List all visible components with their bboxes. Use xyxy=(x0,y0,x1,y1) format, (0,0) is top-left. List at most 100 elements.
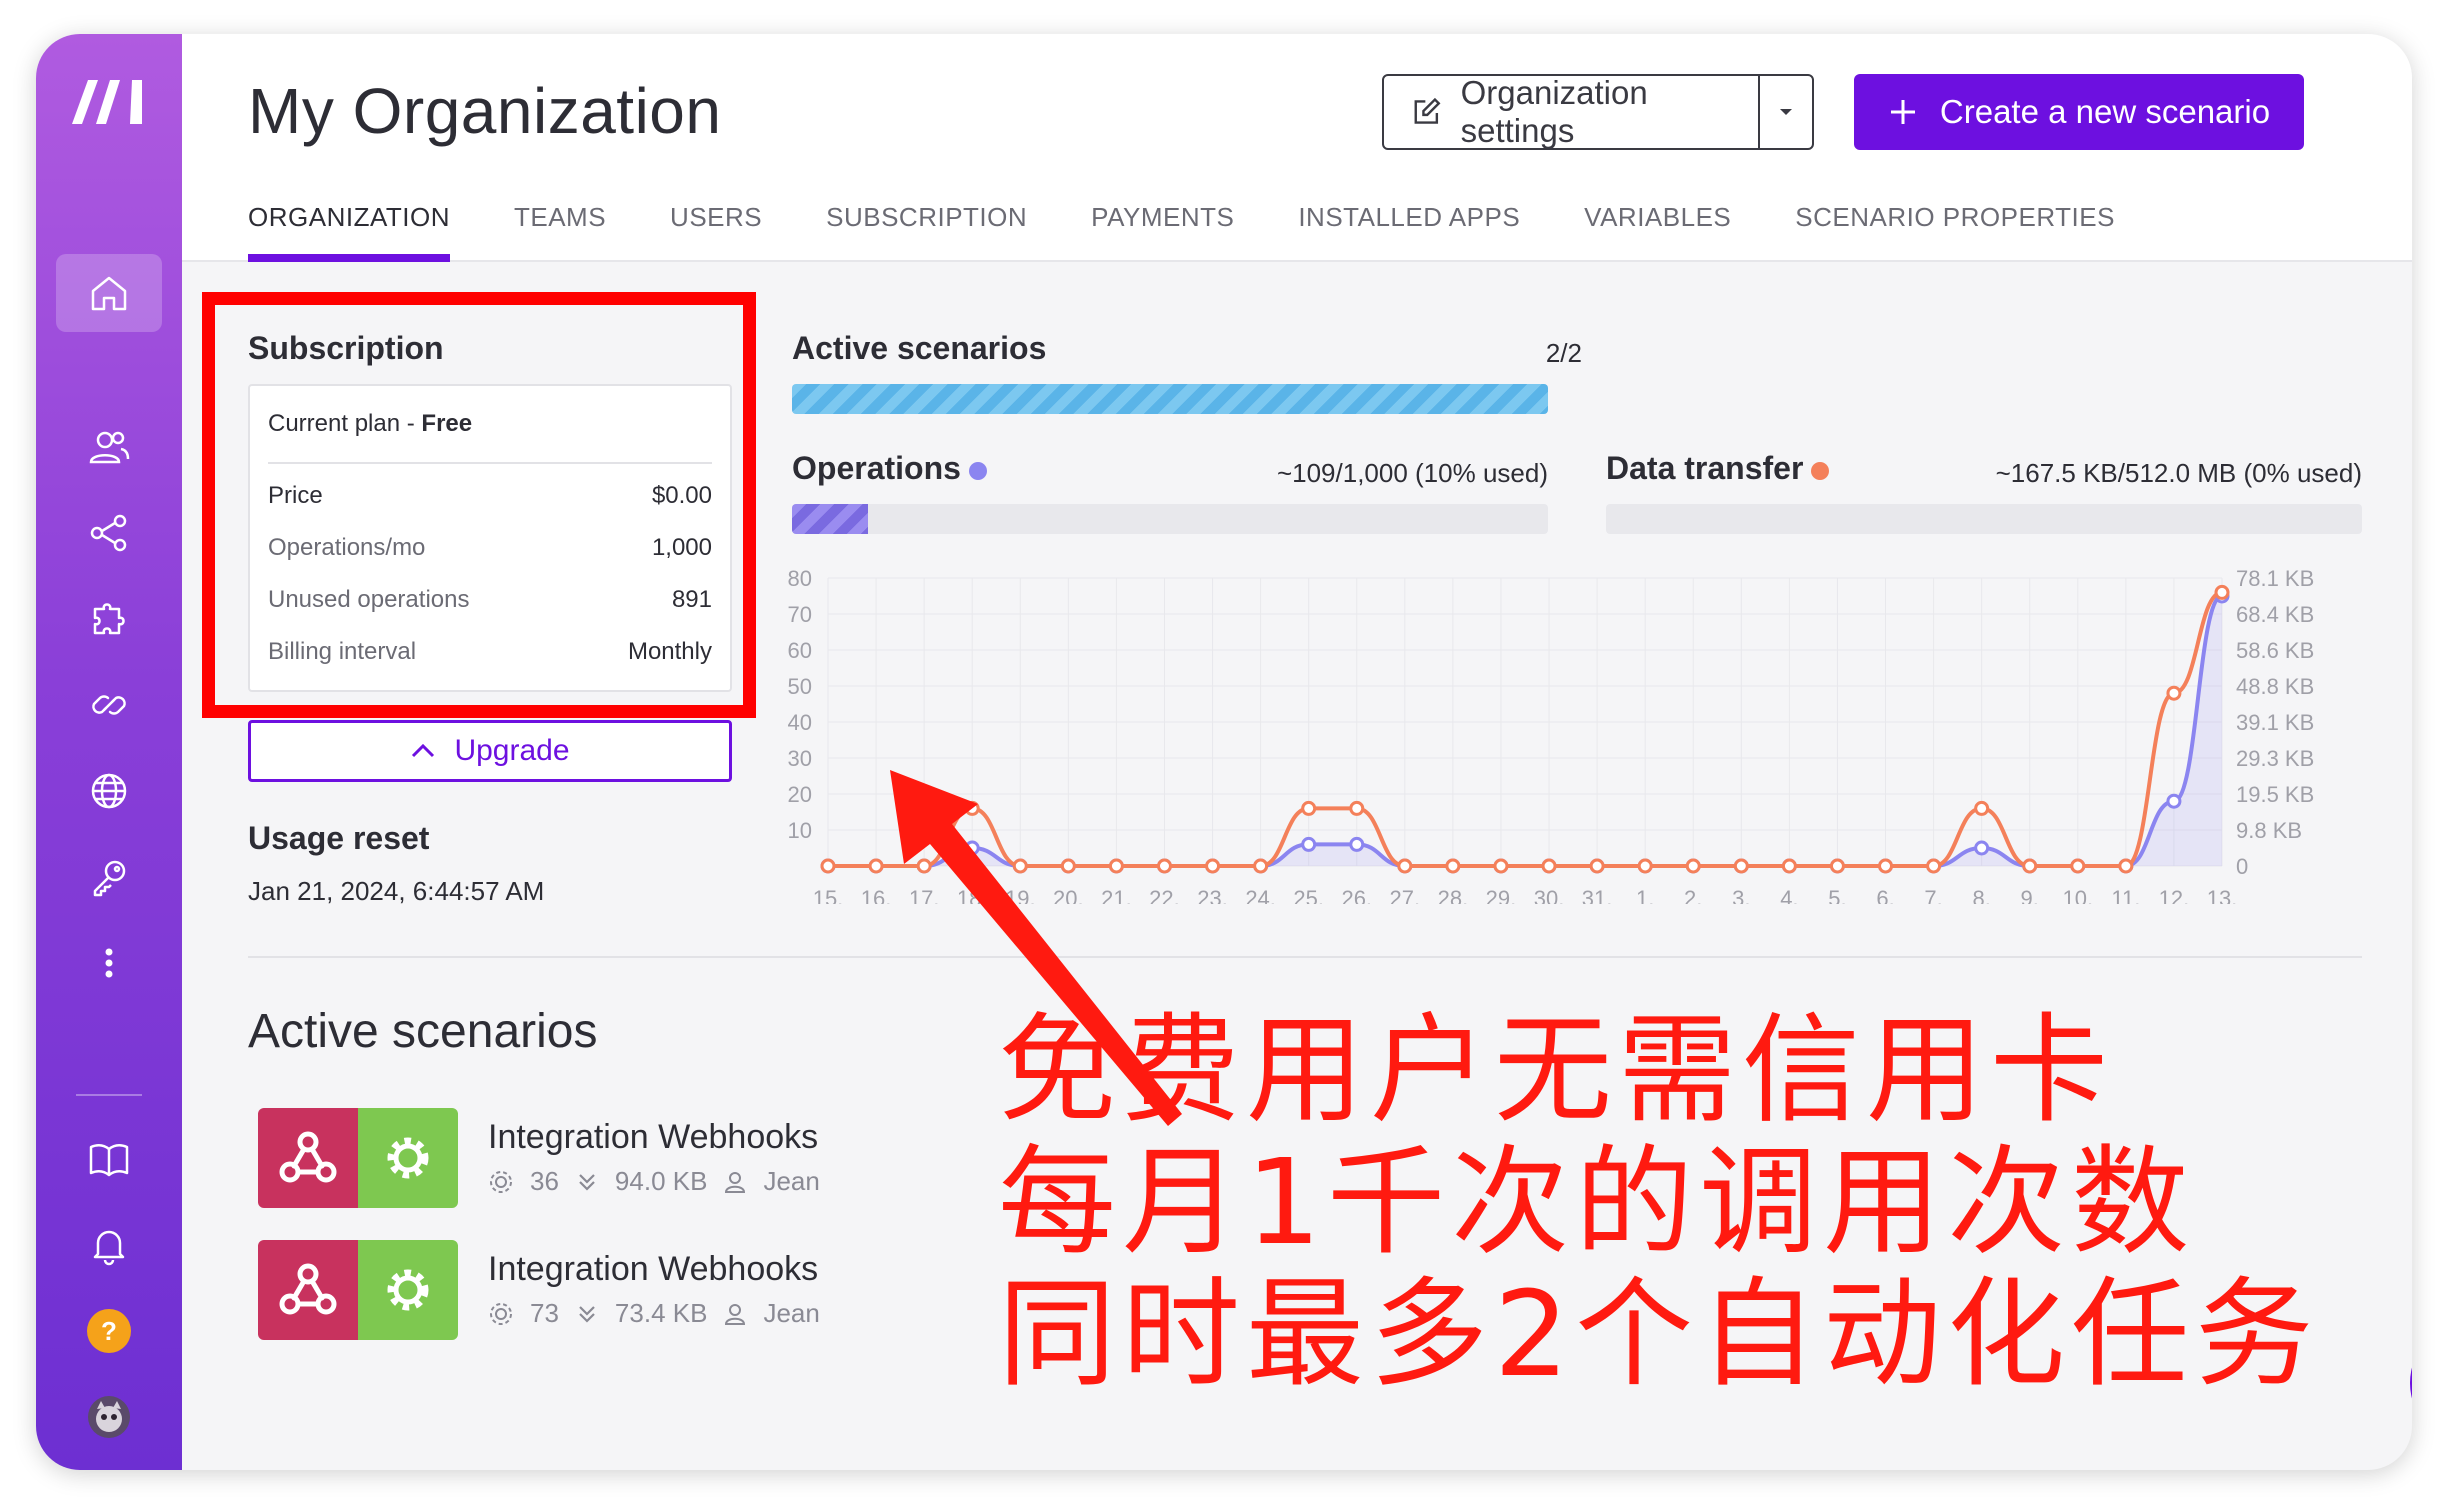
data-point xyxy=(1349,800,1365,816)
scenario-icons xyxy=(258,1108,458,1208)
annotation-line: 每月1千次的调用次数 xyxy=(998,1133,2196,1271)
chat-help-button[interactable] xyxy=(2410,1322,2412,1444)
tab-scenario-properties[interactable]: SCENARIO PROPERTIES xyxy=(1795,202,2115,262)
x-tick-label: 12. xyxy=(2159,886,2190,904)
globe-icon[interactable] xyxy=(56,752,162,830)
data-transfer-bar xyxy=(1606,504,2362,534)
chevron-up-icon xyxy=(412,743,435,758)
y-tick-label: 40 xyxy=(788,710,812,735)
highlight-box xyxy=(202,292,756,718)
tab-organization[interactable]: ORGANIZATION xyxy=(248,202,450,262)
operations-gear-icon xyxy=(490,1170,512,1193)
active-scenarios-bar-fill xyxy=(792,384,1548,414)
tab-teams[interactable]: TEAMS xyxy=(514,202,606,262)
x-tick-label: 3. xyxy=(1732,886,1750,904)
sidebar-divider xyxy=(76,1094,142,1096)
data-point xyxy=(1397,858,1413,874)
upgrade-button[interactable]: Upgrade xyxy=(248,720,732,782)
data-point xyxy=(2070,858,2086,874)
usage-reset-value: Jan 21, 2024, 6:44:57 AM xyxy=(248,876,545,906)
share-icon[interactable] xyxy=(56,494,162,572)
usage-reset-title: Usage reset xyxy=(248,820,430,856)
data-point xyxy=(2166,793,2182,809)
operations-bar xyxy=(792,504,1548,534)
key-icon[interactable] xyxy=(56,838,162,916)
data-transfer-stat-label: Data transfer xyxy=(1606,450,1804,486)
data-point xyxy=(1685,858,1701,874)
organization-settings-label: Organization settings xyxy=(1460,74,1648,149)
tab-payments[interactable]: PAYMENTS xyxy=(1091,202,1234,262)
annotation-line: 同时最多2个自动化任务 xyxy=(998,1265,2320,1403)
data-point xyxy=(1301,800,1317,816)
y2-tick-label: 39.1 KB xyxy=(2236,710,2314,735)
y2-tick-label: 9.8 KB xyxy=(2236,818,2302,843)
scenario-item[interactable]: Integration Webhooks 73 73.4 KB Jean xyxy=(258,1240,878,1340)
data-point xyxy=(1637,858,1653,874)
more-icon[interactable] xyxy=(56,924,162,1002)
y-tick-label: 50 xyxy=(788,674,812,699)
gear-icon xyxy=(358,1108,458,1208)
caret-down-icon xyxy=(1780,109,1792,115)
organization-settings-button[interactable]: Organization settings xyxy=(1382,74,1814,150)
data-point xyxy=(1253,858,1269,874)
avatar[interactable] xyxy=(56,1378,162,1456)
x-tick-label: 31. xyxy=(1582,886,1613,904)
edit-icon xyxy=(1414,97,1441,124)
data-point xyxy=(1349,836,1365,852)
users-icon[interactable] xyxy=(56,408,162,486)
data-point xyxy=(1781,858,1797,874)
webhook-icon xyxy=(258,1108,358,1208)
tab-installed-apps[interactable]: INSTALLED APPS xyxy=(1298,202,1520,262)
user-icon xyxy=(725,1303,746,1325)
organization-settings-main[interactable]: Organization settings xyxy=(1384,74,1760,149)
scenario-meta: 36 94.0 KB Jean xyxy=(488,1166,820,1197)
tab-subscription[interactable]: SUBSCRIPTION xyxy=(826,202,1027,262)
help-icon[interactable]: ? xyxy=(56,1292,162,1370)
data-point xyxy=(1733,858,1749,874)
data-transfer-stat-title: Data transfer xyxy=(1606,450,1830,487)
x-tick-label: 7. xyxy=(1924,886,1942,904)
scenario-icons xyxy=(258,1240,458,1340)
scenario-name[interactable]: Integration Webhooks xyxy=(488,1118,818,1157)
x-tick-label: 13. xyxy=(2207,886,2238,904)
organization-settings-dropdown[interactable] xyxy=(1760,106,1812,118)
x-tick-label: 9. xyxy=(2021,886,2039,904)
data-point xyxy=(1493,858,1509,874)
home-icon[interactable] xyxy=(56,254,162,332)
data-point xyxy=(1301,836,1317,852)
tab-users[interactable]: USERS xyxy=(670,202,762,262)
x-tick-label: 2. xyxy=(1684,886,1702,904)
bell-icon[interactable] xyxy=(56,1206,162,1284)
chevrons-down-icon xyxy=(579,1173,595,1191)
data-point xyxy=(1878,858,1894,874)
data-point xyxy=(1589,858,1605,874)
scenario-size: 94.0 KB xyxy=(614,1166,708,1196)
plus-icon xyxy=(1890,100,1915,124)
chevrons-down-icon xyxy=(579,1305,595,1323)
data-point xyxy=(2166,685,2182,701)
annotation-text: 免费用户无需信用卡 每月1千次的调用次数 同时最多2个自动化任务 xyxy=(998,1004,2319,1400)
puzzle-icon[interactable] xyxy=(56,580,162,658)
tab-bar: ORGANIZATION TEAMS USERS SUBSCRIPTION PA… xyxy=(248,202,2179,262)
y-tick-label: 60 xyxy=(788,638,812,663)
book-icon[interactable] xyxy=(56,1120,162,1198)
link-icon[interactable] xyxy=(56,666,162,744)
sidebar: ? xyxy=(36,34,182,1470)
x-tick-label: 30. xyxy=(1534,886,1565,904)
tab-variables[interactable]: VARIABLES xyxy=(1584,202,1731,262)
y-tick-label: 70 xyxy=(788,602,812,627)
scenario-name[interactable]: Integration Webhooks xyxy=(488,1250,818,1289)
webhook-icon xyxy=(258,1240,358,1340)
create-scenario-button[interactable]: Create a new scenario xyxy=(1854,74,2304,150)
create-scenario-label: Create a new scenario xyxy=(1939,93,2271,130)
y2-tick-label: 48.8 KB xyxy=(2236,674,2314,699)
data-point xyxy=(1974,800,1990,816)
x-tick-label: 24. xyxy=(1245,886,1276,904)
operations-stat-label: Operations xyxy=(792,450,961,486)
x-tick-label: 11. xyxy=(2111,886,2140,904)
operations-stat-value: ~109/1,000 (10% used) xyxy=(1276,458,1548,488)
scenario-user: Jean xyxy=(763,1298,820,1328)
make-logo[interactable] xyxy=(66,74,152,128)
scenario-ops: 36 xyxy=(530,1166,559,1196)
y2-tick-label: 68.4 KB xyxy=(2236,602,2314,627)
